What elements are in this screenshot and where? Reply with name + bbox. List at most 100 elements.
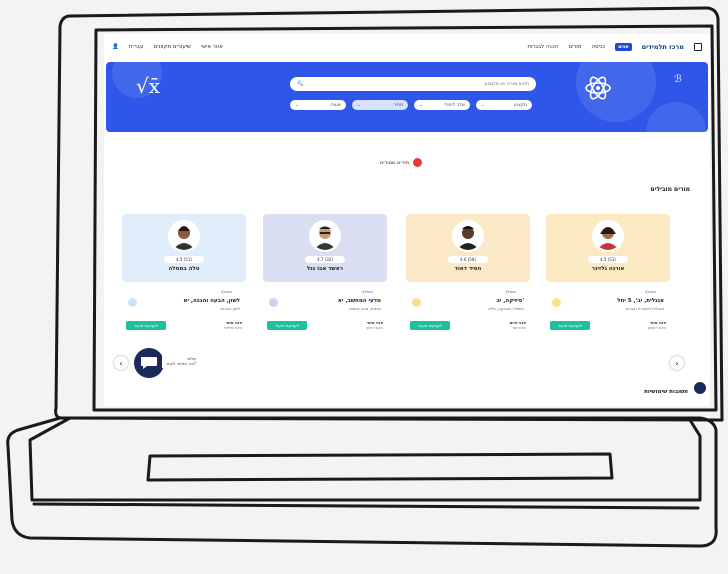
favorites-link[interactable]: מורים שמורים [380, 158, 423, 167]
teacher-card[interactable]: 4.5 (51) טלה במסלה מומלץ לשון, הבעה והבנ… [122, 214, 246, 360]
card-footer: לקביעת שיעור פנוי היום ביום שני [406, 320, 530, 330]
nav-item-language[interactable]: עברית [129, 44, 144, 50]
subject-title: פיזיקה, יב' [496, 298, 524, 304]
brand-badge: פנים [615, 43, 632, 51]
square-root-icon: √x̄ [136, 74, 161, 98]
card-footer: לקביעת שיעור פנוי מחר ביום שלישי [122, 320, 246, 330]
chevron-left-icon: ‹ [119, 358, 123, 368]
availability: פנוי מחר ביום ראשון [648, 320, 666, 330]
chat-popup[interactable]: שלום איך אפשר לעזור? [162, 354, 201, 368]
card-header: 4.5 (51) טלה במסלה [122, 214, 246, 282]
top-navigation: 👤 עברית שיעורים מקוונים אזור אישי הכנה ל… [104, 34, 710, 60]
nav-item-login[interactable]: כניסה [592, 44, 606, 50]
subject-subtitle: אנגלית מדוברת ובגרות [625, 306, 664, 311]
chevron-down-icon: ⌄ [481, 102, 485, 108]
teacher-card[interactable]: 4.5 (53) אורנה גלזינר מומלץ אנגלית, יב',… [546, 214, 670, 360]
avatar [168, 220, 200, 252]
nav-item-exam-prep[interactable]: הכנה לבגרות [527, 44, 558, 50]
filter-price[interactable]: ⌄ מחיר [352, 100, 408, 110]
subject-row: לשון, הבעה והבנה, יא לשון ובגרות [122, 294, 246, 311]
chat-bubble-icon [141, 357, 157, 369]
availability-sub: ביום שלישי [224, 325, 242, 330]
teacher-name[interactable]: ראשד אבו גנל [263, 266, 387, 272]
card-footer: לקביעת שיעור פנוי מחר ביום ראשון [546, 320, 670, 330]
logo-icon [694, 43, 702, 51]
book-lesson-button[interactable]: לקביעת שיעור [267, 320, 307, 330]
user-icon[interactable]: 👤 [112, 44, 119, 50]
heart-icon [413, 158, 423, 167]
chevron-down-icon: ⌄ [357, 102, 361, 108]
subject-icon [412, 298, 421, 307]
avatar [592, 220, 624, 252]
chat-popup-subtitle: איך אפשר לעזור? [166, 361, 197, 366]
availability: פנוי מחר ביום שלישי [224, 320, 242, 330]
teacher-name[interactable]: הסיד דאוד [406, 266, 530, 272]
subject-title: לשון, הבעה והבנה, יא [183, 298, 240, 304]
card-header: 4.5 (53) אורנה גלזינר [546, 214, 670, 282]
card-header: 4.6 (58) הסיד דאוד [406, 214, 530, 282]
filter-label: מקצוע [514, 102, 527, 108]
availability-sub: ביום ראשון [647, 325, 666, 330]
nav-item-personal-area[interactable]: אזור אישי [201, 44, 223, 50]
nav-right-group: הכנה לבגרות מורים כניסה פנים מרכז תלמידי… [527, 43, 702, 51]
availability-sub: ביום רביעי [365, 325, 383, 330]
subject-subtitle: לשון ובגרות [220, 306, 240, 311]
subject-subtitle: חשמל, מכניקה, גלים [488, 306, 524, 311]
subject-icon [269, 298, 278, 307]
availability: פנוי היום ביום שני [510, 320, 526, 330]
subject-title: מדעי המחשב, יא [337, 298, 381, 304]
subject-icon [552, 298, 561, 307]
teacher-name[interactable]: אורנה גלזינר [546, 266, 670, 272]
hero-banner: √x̄ ℬ 🔍 חפש מורה או מקצוע ⌄ שעות ⌄ מחיר ⌄ ש… [106, 62, 708, 132]
subject-icon [128, 298, 137, 307]
chevron-down-icon: ⌄ [295, 102, 299, 108]
decor-bubble [646, 102, 706, 132]
card-footer: לקביעת שיעור פנוי מחר ביום רביעי [263, 320, 387, 330]
filter-subject[interactable]: ⌄ מקצוע [476, 100, 532, 110]
search-input[interactable]: 🔍 חפש מורה או מקצוע [290, 77, 536, 91]
filter-level[interactable]: ⌄ שלב לימודי [414, 100, 470, 110]
teacher-name[interactable]: טלה במסלה [122, 266, 246, 272]
search-placeholder: חפש מורה או מקצוע [484, 81, 529, 87]
atom-icon [585, 76, 611, 100]
teacher-card[interactable]: 4.7 (32) ראשד אבו גנל מומלץ מדעי המחשב, … [263, 214, 387, 360]
favorites-label: מורים שמורים [380, 159, 410, 166]
rating-badge: 4.5 (53) [588, 256, 628, 263]
subject-row: פיזיקה, יב' חשמל, מכניקה, גלים [406, 294, 530, 311]
filter-label: שעות [330, 102, 341, 108]
nav-left-group: 👤 עברית שיעורים מקוונים אזור אישי [112, 44, 223, 50]
carousel-prev-button[interactable]: ‹ [114, 356, 128, 370]
section-title: מורים מובילים [650, 186, 690, 193]
filter-bar: ⌄ שעות ⌄ מחיר ⌄ שלב לימודי ⌄ מקצוע [290, 100, 532, 110]
chevron-down-icon: ⌄ [419, 102, 423, 108]
nav-item-online-lessons[interactable]: שיעורים מקוונים [153, 44, 191, 50]
scroll-indicator[interactable] [694, 382, 706, 394]
filter-label: מחיר [393, 102, 403, 108]
chat-button[interactable] [134, 348, 164, 378]
book-lesson-button[interactable]: לקביעת שיעור [550, 320, 590, 330]
bond-icon: ℬ [674, 74, 682, 85]
availability-sub: ביום שני [512, 325, 526, 330]
teacher-cards: 4.5 (51) טלה במסלה מומלץ לשון, הבעה והבנ… [122, 214, 670, 360]
subject-row: אנגלית, יב', 5 יחל אנגלית מדוברת ובגרות [546, 294, 670, 311]
bottom-heading: תשובות שימושיות [644, 389, 688, 395]
book-lesson-button[interactable]: לקביעת שיעור [410, 320, 450, 330]
carousel-next-button[interactable]: › [670, 356, 684, 370]
filter-hours[interactable]: ⌄ שעות [290, 100, 346, 110]
rating-badge: 4.5 (51) [164, 256, 204, 263]
subject-subtitle: תכנות, מבני נתונים [349, 306, 381, 311]
site-logo[interactable]: מרכז תלמידים [642, 43, 684, 51]
chevron-right-icon: › [675, 358, 679, 368]
subject-title: אנגלית, יב', 5 יחל [617, 298, 664, 304]
rating-badge: 4.6 (58) [448, 256, 488, 263]
search-icon: 🔍 [297, 81, 304, 87]
teacher-card[interactable]: 4.6 (58) הסיד דאוד מומלץ פיזיקה, יב' חשמ… [406, 214, 530, 360]
avatar [452, 220, 484, 252]
rating-badge: 4.7 (32) [305, 256, 345, 263]
book-lesson-button[interactable]: לקביעת שיעור [126, 320, 166, 330]
nav-item-teachers[interactable]: מורים [568, 44, 581, 50]
browser-screen: 👤 עברית שיעורים מקוונים אזור אישי הכנה ל… [104, 34, 710, 406]
avatar [309, 220, 341, 252]
filter-label: שלב לימודי [443, 102, 465, 108]
card-header: 4.7 (32) ראשד אבו גנל [263, 214, 387, 282]
